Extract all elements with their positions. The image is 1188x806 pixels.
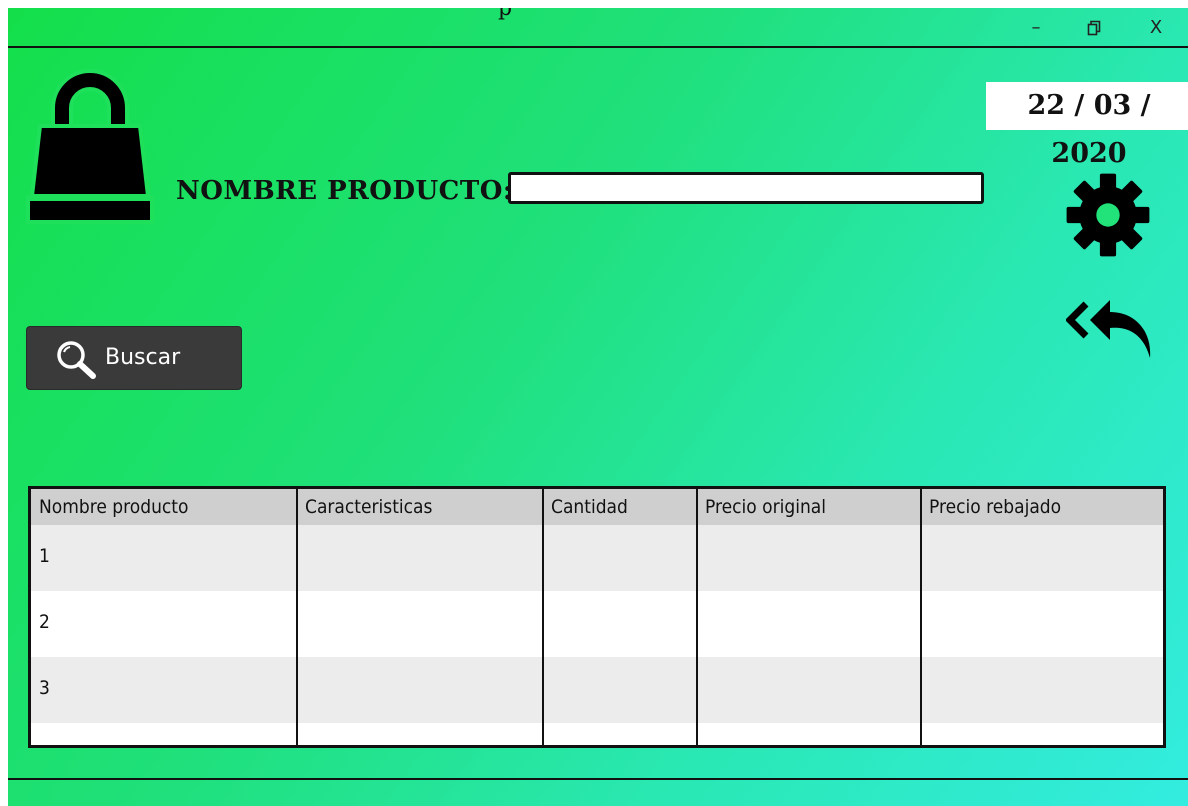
table-row[interactable]: 2	[31, 591, 1163, 657]
window-title-fragment: p	[498, 8, 513, 21]
product-name-label: NOMBRE PRODUCTO:	[176, 176, 513, 206]
search-button[interactable]: Buscar	[26, 326, 242, 390]
search-button-label: Buscar	[105, 345, 181, 370]
table-row[interactable]: 1	[31, 525, 1163, 591]
table-cell	[297, 657, 543, 723]
column-header-precio-original[interactable]: Precio original	[697, 489, 921, 525]
maximize-button[interactable]	[1074, 12, 1114, 44]
gear-icon[interactable]	[1063, 170, 1153, 260]
date-display: 22 / 03 / 2020	[986, 82, 1188, 169]
column-header-cantidad[interactable]: Cantidad	[543, 489, 697, 525]
table-cell	[921, 525, 1163, 591]
table-cell	[543, 657, 697, 723]
table-cell: 3	[39, 677, 50, 699]
shopping-bag-icon	[26, 69, 154, 224]
table-cell	[543, 591, 697, 657]
table-cell: 2	[39, 611, 50, 633]
table-cell	[697, 525, 921, 591]
column-header-caracteristicas[interactable]: Caracteristicas	[297, 489, 543, 525]
title-bar-divider	[8, 46, 1188, 48]
back-arrow-icon[interactable]	[1066, 296, 1156, 362]
product-name-input[interactable]	[508, 172, 984, 204]
table-cell	[297, 525, 543, 591]
restore-icon	[1087, 20, 1101, 36]
table-header: Nombre producto Caracteristicas Cantidad…	[31, 489, 1163, 525]
column-divider	[696, 489, 698, 745]
table-cell	[297, 591, 543, 657]
products-table: Nombre producto Caracteristicas Cantidad…	[28, 486, 1166, 748]
table-cell	[921, 657, 1163, 723]
column-header-nombre-producto[interactable]: Nombre producto	[31, 489, 297, 525]
close-button[interactable]: X	[1136, 12, 1176, 44]
table-row-empty	[31, 723, 1163, 745]
table-cell	[697, 591, 921, 657]
table-cell	[921, 591, 1163, 657]
column-divider	[920, 489, 922, 745]
column-header-precio-rebajado[interactable]: Precio rebajado	[921, 489, 1163, 525]
footer-divider	[8, 778, 1188, 780]
column-divider	[542, 489, 544, 745]
app-window: p – X NOMBRE PRODUCTO: 22 / 03 / 2020 Bu…	[8, 8, 1188, 806]
minimize-button[interactable]: –	[1016, 12, 1056, 44]
table-cell: 1	[39, 545, 50, 567]
table-cell	[697, 657, 921, 723]
table-row[interactable]: 3	[31, 657, 1163, 723]
search-icon	[57, 341, 96, 379]
table-cell	[543, 525, 697, 591]
column-divider	[296, 489, 298, 745]
